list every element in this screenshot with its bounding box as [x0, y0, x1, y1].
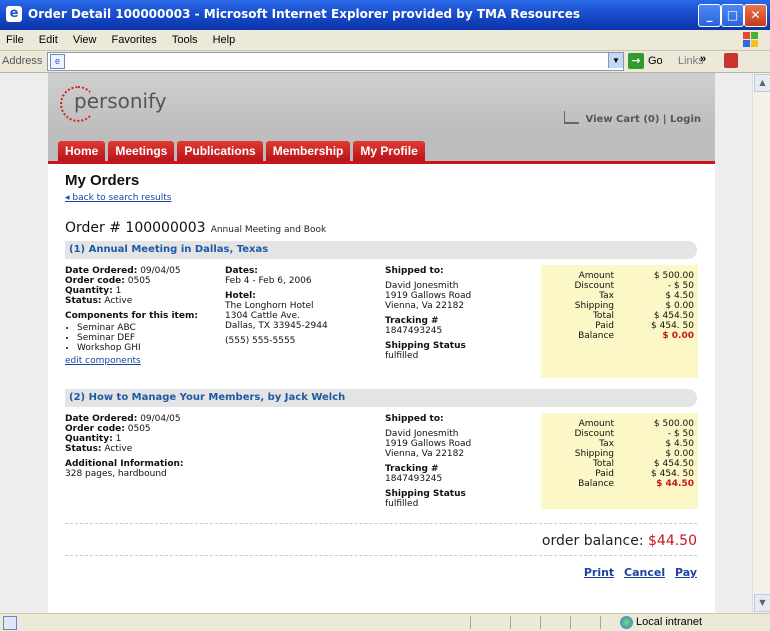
order-description: Annual Meeting and Book	[210, 225, 327, 235]
item-1-balance: $ 0.00	[662, 331, 694, 341]
additional-info: 328 pages, hardbound	[65, 469, 167, 479]
item-1-summary-box: Amount $ 500.00 Discount - $ 50 Tax $ 4.50 …	[541, 265, 698, 378]
status-separator	[570, 616, 571, 629]
view-cart-link[interactable]: View Cart (0)	[586, 114, 660, 125]
main-nav-tabs: Home Meetings Publications Membership My…	[58, 141, 428, 161]
minimize-button[interactable]: _	[698, 4, 721, 27]
component-item: Seminar ABC	[77, 323, 215, 333]
menu-tools[interactable]: Tools	[172, 30, 198, 50]
menu-bar: File Edit View Favorites Tools Help	[0, 30, 770, 51]
page-status-icon	[3, 616, 17, 630]
tab-my-profile[interactable]: My Profile	[353, 141, 425, 161]
cart-icon	[564, 111, 580, 124]
page-icon: e	[50, 54, 65, 69]
edit-components-link[interactable]: edit components	[65, 356, 141, 366]
cart-links: View Cart (0) | Login	[564, 111, 701, 125]
additional-info-label: Additional Information:	[65, 459, 184, 469]
phone-number: (555) 555-5555	[225, 336, 296, 346]
ie-icon: e	[6, 6, 22, 22]
menu-help[interactable]: Help	[213, 30, 236, 50]
main-content: My Orders ◂ back to search results Order…	[48, 164, 715, 613]
window-title-bar[interactable]: e Order Detail 100000003 - Microsoft Int…	[0, 0, 770, 30]
menu-file[interactable]: File	[6, 30, 24, 50]
tracking-number: 1847493245	[385, 474, 443, 484]
print-link[interactable]: Print	[584, 566, 614, 579]
order-balance-label: order balance:	[541, 533, 644, 549]
address-bar: Address e ▼ → Go Links »	[0, 51, 770, 73]
address-label: Address	[2, 55, 43, 67]
pay-link[interactable]: Pay	[675, 566, 697, 579]
go-arrow-icon[interactable]: →	[628, 53, 644, 69]
item-2-order-info: Date Ordered: 09/04/05 Order code: 0505 …	[65, 414, 235, 479]
tab-publications[interactable]: Publications	[177, 141, 263, 161]
components-list: Seminar ABC Seminar DEF Workshop GHI	[65, 323, 215, 353]
item-heading-1[interactable]: (1) Annual Meeting in Dallas, Texas	[65, 241, 697, 259]
tab-membership[interactable]: Membership	[265, 141, 351, 161]
item-1-event-info: Dates: Feb 4 - Feb 6, 2006 Hotel: The Lo…	[225, 266, 395, 346]
tracking-number: 1847493245	[385, 326, 443, 336]
site-header: personify View Cart (0) | Login	[48, 73, 715, 133]
status-separator	[540, 616, 541, 629]
toolbar-tma-icon[interactable]	[724, 53, 738, 68]
item-heading-2[interactable]: (2) How to Manage Your Members, by Jack …	[65, 389, 697, 407]
status-separator	[510, 616, 511, 629]
menu-edit[interactable]: Edit	[39, 30, 58, 50]
back-to-search-link[interactable]: ◂ back to search results	[65, 193, 171, 203]
item-1-shipping-info: Shipped to: David Jonesmith 1919 Gallows…	[385, 266, 535, 361]
item-2-balance: $ 44.50	[656, 479, 694, 489]
security-zone-label: Local intranet	[636, 616, 703, 628]
window-title: Order Detail 100000003 - Microsoft Inter…	[28, 7, 581, 21]
browser-viewport: personify View Cart (0) | Login Home Mee…	[0, 73, 752, 613]
component-item: Seminar DEF	[77, 333, 215, 343]
item-2-summary-box: Amount $ 500.00 Discount - $ 50 Tax $ 4.50 …	[541, 413, 698, 509]
address-dropdown-icon[interactable]: ▼	[608, 53, 623, 68]
divider	[65, 523, 697, 524]
cart-separator: |	[662, 114, 667, 125]
logo-text: personify	[74, 89, 167, 113]
maximize-button[interactable]: □	[721, 4, 744, 27]
item-2-shipping-info: Shipped to: David Jonesmith 1919 Gallows…	[385, 414, 535, 509]
status-separator	[470, 616, 471, 629]
divider	[65, 555, 697, 556]
components-label: Components for this item:	[65, 311, 198, 321]
item-1-order-info: Date Ordered: 09/04/05 Order code: 0505 …	[65, 266, 215, 366]
scroll-up-icon[interactable]: ▲	[754, 74, 770, 92]
order-heading: Order # 100000003 Annual Meeting and Boo…	[65, 217, 326, 236]
order-balance-amount: $44.50	[648, 533, 697, 549]
vertical-scrollbar[interactable]: ▲ ▼	[752, 73, 770, 613]
back-link-text[interactable]: back to search results	[72, 193, 171, 203]
scroll-down-icon[interactable]: ▼	[754, 594, 770, 612]
tab-home[interactable]: Home	[58, 141, 106, 161]
menu-favorites[interactable]: Favorites	[112, 30, 157, 50]
tab-meetings[interactable]: Meetings	[108, 141, 175, 161]
intranet-zone-icon	[620, 616, 633, 629]
cancel-link[interactable]: Cancel	[624, 566, 665, 579]
close-button[interactable]: ✕	[744, 4, 767, 27]
chevron-right-icon[interactable]: »	[700, 53, 706, 65]
page-container: personify View Cart (0) | Login Home Mee…	[48, 73, 715, 613]
windows-logo-icon	[743, 32, 758, 47]
menu-view[interactable]: View	[73, 30, 97, 50]
login-link[interactable]: Login	[670, 114, 701, 125]
component-item: Workshop GHI	[77, 343, 215, 353]
address-input[interactable]: e	[47, 52, 624, 71]
status-bar: Local intranet	[0, 613, 770, 631]
order-actions: Print Cancel Pay	[578, 566, 697, 579]
status-separator	[600, 616, 601, 629]
order-balance: order balance: $44.50	[542, 533, 697, 549]
page-title: My Orders	[65, 172, 140, 189]
order-number: Order # 100000003	[65, 220, 206, 236]
personify-logo[interactable]: personify	[60, 83, 170, 123]
go-button[interactable]: Go	[648, 55, 663, 67]
